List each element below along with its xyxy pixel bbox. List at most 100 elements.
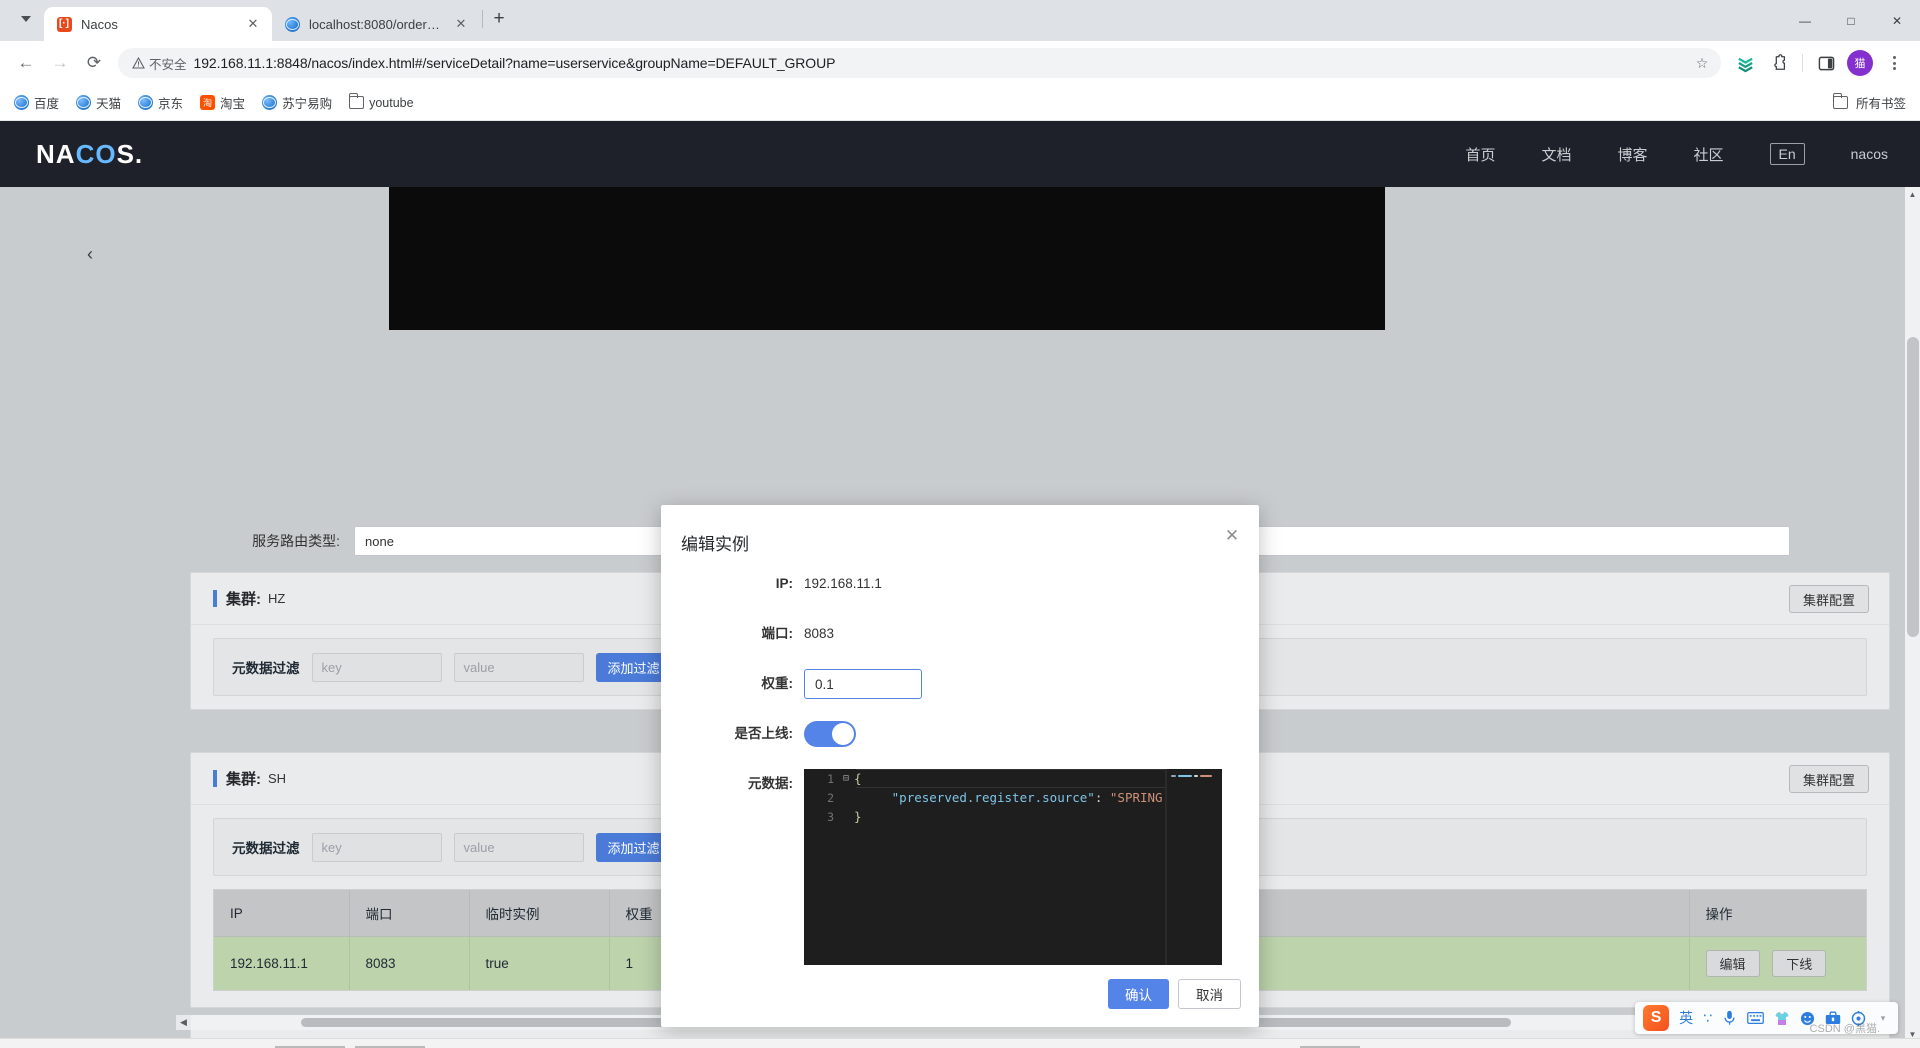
bookmark-label: 京东 bbox=[158, 97, 184, 111]
ip-label: IP: bbox=[775, 576, 793, 591]
ip-value: 192.168.11.1 bbox=[804, 576, 882, 591]
folder-icon bbox=[348, 93, 365, 109]
avatar-initial: 猫 bbox=[1847, 50, 1873, 76]
sogou-logo-icon[interactable]: S bbox=[1643, 1005, 1670, 1031]
bookmark-label: 百度 bbox=[34, 97, 60, 111]
ime-toolbar: S 英 ∵ ▾ CSDN @黑猫. bbox=[1635, 1002, 1898, 1035]
line-number: 2 bbox=[827, 790, 834, 805]
globe-favicon bbox=[14, 95, 29, 110]
cancel-button[interactable]: 取消 bbox=[1178, 979, 1241, 1009]
tab-search-button[interactable] bbox=[8, 2, 44, 36]
page-viewport: NA CO S. 首页 文档 博客 社区 En nacos ‹ 服务路由类型: no… bbox=[0, 121, 1920, 1042]
bookmark-jd[interactable]: 京东 bbox=[138, 93, 183, 112]
bookmark-tmall[interactable]: 天猫 bbox=[76, 93, 121, 112]
logo-part-3: S. bbox=[116, 138, 144, 169]
bookmark-label: youtube bbox=[369, 95, 414, 110]
browser-window: [·] Nacos ✕ localhost:8080/order/105 ✕ +… bbox=[0, 0, 1920, 1048]
folder-icon bbox=[1832, 93, 1848, 109]
bookmark-star-icon[interactable]: ☆ bbox=[1689, 50, 1715, 76]
globe-favicon bbox=[76, 95, 92, 110]
user-menu[interactable]: nacos bbox=[1851, 146, 1888, 162]
maximize-button[interactable]: □ bbox=[1828, 0, 1874, 41]
tab-divider bbox=[482, 10, 483, 28]
extension-green-icon[interactable] bbox=[1729, 47, 1761, 79]
tab-close-icon[interactable]: ✕ bbox=[244, 15, 262, 33]
reload-icon[interactable]: ⟳ bbox=[78, 47, 110, 79]
online-toggle[interactable] bbox=[804, 721, 856, 747]
editor-line-1: 1 ⊟ { bbox=[804, 769, 1222, 788]
toolbar-divider bbox=[1802, 54, 1803, 72]
browser-nav-bar: ← → ⟳ 不安全 192.168.11.1:8848/nacos/index.… bbox=[0, 41, 1920, 85]
nav-item-docs[interactable]: 文档 bbox=[1541, 144, 1571, 165]
dialog-body: IP: 192.168.11.1 端口: 8083 权重: 0.1 是否上线: … bbox=[661, 569, 1259, 965]
metadata-label: 元数据: bbox=[748, 776, 793, 791]
nacos-favicon: [·] bbox=[56, 16, 72, 32]
editor-line-3: 3 } bbox=[804, 807, 1222, 826]
browser-tab-localhost[interactable]: localhost:8080/order/105 ✕ bbox=[272, 7, 480, 41]
ime-mode-toggle[interactable]: 英 bbox=[1679, 1008, 1693, 1028]
json-colon: : bbox=[1094, 790, 1110, 805]
globe-favicon bbox=[262, 95, 278, 110]
nacos-logo[interactable]: NA CO S. bbox=[36, 139, 143, 170]
confirm-button[interactable]: 确认 bbox=[1108, 979, 1169, 1009]
field-row-ip: IP: 192.168.11.1 bbox=[661, 569, 1259, 599]
mic-icon[interactable] bbox=[1722, 1010, 1737, 1026]
logo-part-2: CO bbox=[75, 138, 117, 169]
service-detail-content: ‹ 服务路由类型: none 集群: HZ 集群配置 元数据过滤 key val… bbox=[0, 187, 1920, 1042]
minimize-button[interactable]: — bbox=[1782, 0, 1828, 41]
editor-code: { bbox=[854, 771, 862, 786]
globe-favicon bbox=[284, 16, 300, 32]
taobao-favicon: 淘 bbox=[200, 95, 216, 110]
editor-minimap[interactable] bbox=[1166, 769, 1222, 965]
language-toggle[interactable]: En bbox=[1769, 143, 1805, 165]
bookmark-taobao[interactable]: 淘 淘宝 bbox=[200, 93, 245, 112]
bookmark-youtube-folder[interactable]: youtube bbox=[348, 93, 414, 110]
watermark-text: CSDN @黑猫. bbox=[1809, 1023, 1880, 1035]
bookmark-baidu[interactable]: 百度 bbox=[14, 93, 59, 112]
nav-item-community[interactable]: 社区 bbox=[1694, 144, 1724, 165]
address-bar[interactable]: 不安全 192.168.11.1:8848/nacos/index.html#/… bbox=[118, 48, 1721, 78]
nav-item-home[interactable]: 首页 bbox=[1465, 144, 1495, 165]
editor-code: "preserved.register.source": "SPRING bbox=[854, 790, 1163, 805]
skin-icon[interactable] bbox=[1774, 1011, 1790, 1026]
new-tab-button[interactable]: + bbox=[485, 5, 513, 33]
keyboard-icon[interactable] bbox=[1747, 1011, 1764, 1025]
menu-dots-icon[interactable] bbox=[1878, 47, 1910, 79]
globe-favicon bbox=[138, 95, 154, 110]
os-taskbar bbox=[0, 1038, 1920, 1048]
back-icon[interactable]: ← bbox=[10, 47, 42, 79]
dialog-footer: 确认 取消 bbox=[1108, 979, 1241, 1009]
bookmark-suning[interactable]: 苏宁易购 bbox=[262, 93, 332, 112]
puzzle-icon[interactable] bbox=[1763, 47, 1795, 79]
nacos-header: NA CO S. 首页 文档 博客 社区 En nacos bbox=[0, 121, 1920, 187]
nav-item-blog[interactable]: 博客 bbox=[1617, 144, 1647, 165]
json-value: "SPRING bbox=[1109, 790, 1163, 805]
editor-line-2: 2 "preserved.register.source": "SPRING bbox=[804, 788, 1222, 807]
warning-triangle-icon bbox=[132, 57, 145, 69]
close-icon[interactable]: ✕ bbox=[1221, 525, 1243, 547]
punctuation-icon[interactable]: ∵ bbox=[1703, 1010, 1712, 1027]
security-label: 不安全 bbox=[149, 57, 187, 72]
field-row-port: 端口: 8083 bbox=[661, 619, 1259, 649]
fold-icon[interactable]: ⊟ bbox=[838, 773, 854, 784]
side-panel-icon[interactable] bbox=[1810, 47, 1842, 79]
forward-icon[interactable]: → bbox=[44, 47, 76, 79]
all-bookmarks-button[interactable]: 所有书签 bbox=[1832, 93, 1906, 112]
editor-code: } bbox=[854, 809, 862, 824]
dialog-title: 编辑实例 bbox=[681, 535, 749, 554]
bookmarks-bar: 百度 天猫 京东 淘 淘宝 苏宁易购 youtube 所有书签 bbox=[0, 85, 1920, 121]
bookmark-label: 淘宝 bbox=[220, 97, 246, 111]
close-window-button[interactable]: ✕ bbox=[1874, 0, 1920, 41]
weight-input[interactable]: 0.1 bbox=[804, 669, 922, 699]
bookmark-label: 苏宁易购 bbox=[282, 97, 333, 111]
tab-title: Nacos bbox=[81, 16, 118, 32]
security-indicator[interactable]: 不安全 bbox=[132, 54, 187, 73]
tab-close-icon[interactable]: ✕ bbox=[452, 15, 470, 33]
field-row-weight: 权重: 0.1 bbox=[661, 669, 1259, 699]
metadata-code-editor[interactable]: 1 ⊟ { 2 "preserved.register.source": "SP… bbox=[804, 769, 1222, 965]
modal-overlay: 编辑实例 ✕ IP: 192.168.11.1 端口: 8083 权重: 0.1… bbox=[0, 187, 1920, 1042]
browser-tab-nacos[interactable]: [·] Nacos ✕ bbox=[44, 7, 272, 41]
profile-avatar[interactable]: 猫 bbox=[1844, 47, 1876, 79]
port-value: 8083 bbox=[804, 626, 835, 641]
field-row-metadata: 元数据: 1 ⊟ { 2 "preserved.register.source"… bbox=[661, 769, 1259, 965]
